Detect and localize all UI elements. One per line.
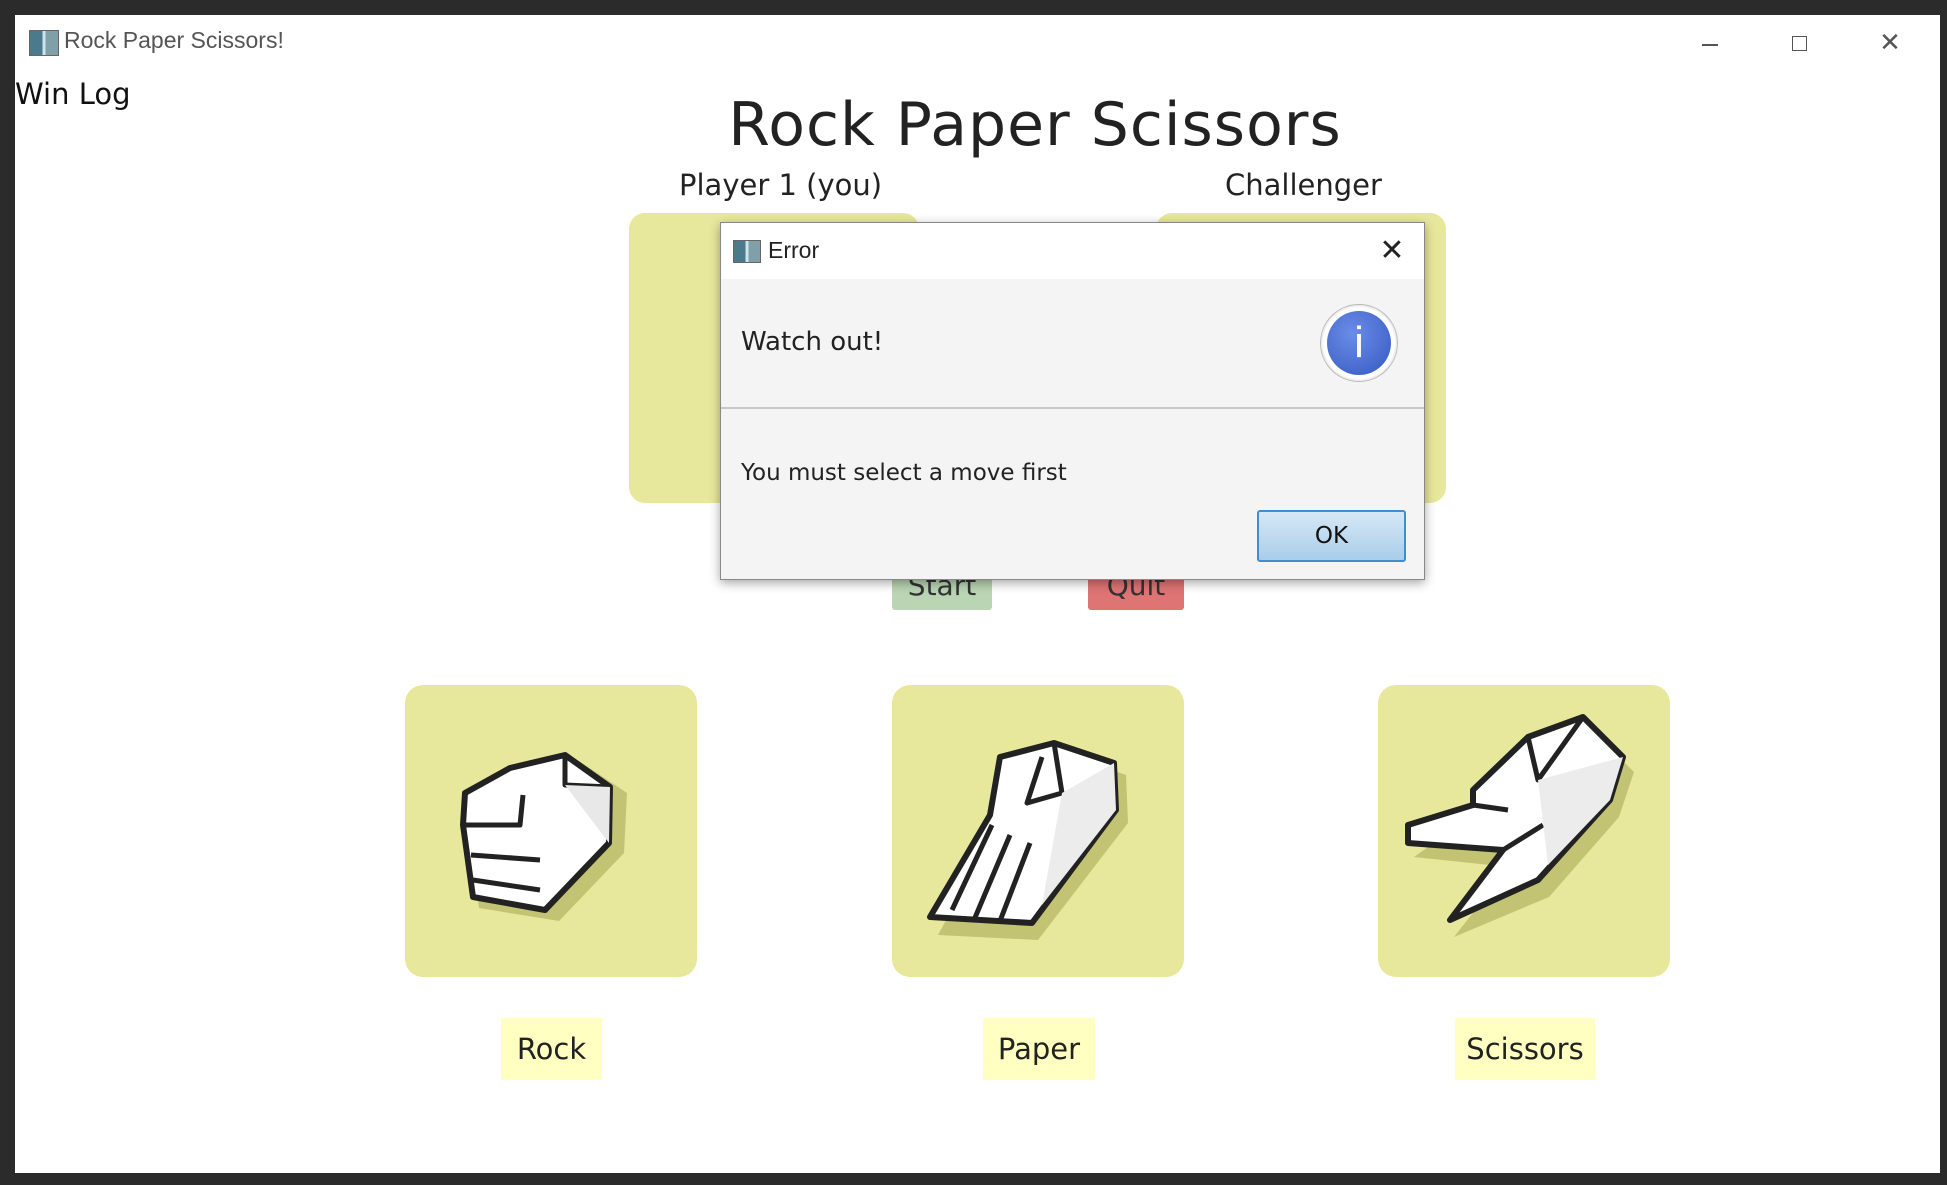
ok-button[interactable]: OK bbox=[1257, 510, 1406, 562]
scissors-hand-icon bbox=[1405, 714, 1634, 937]
info-icon: i bbox=[1320, 304, 1398, 382]
title-bar: Rock Paper Scissors! ✕ bbox=[15, 15, 1940, 73]
close-window-button[interactable]: ✕ bbox=[1855, 21, 1925, 65]
paper-button[interactable] bbox=[892, 685, 1184, 977]
dialog-title: Error bbox=[768, 237, 820, 263]
dialog-header-text: Watch out! bbox=[741, 327, 884, 357]
scissors-button[interactable] bbox=[1378, 685, 1670, 977]
minimize-button[interactable] bbox=[1675, 21, 1745, 65]
app-icon bbox=[29, 30, 59, 56]
page-title: Rock Paper Scissors bbox=[728, 90, 1342, 160]
dialog-message: You must select a move first bbox=[741, 460, 1067, 486]
rock-label[interactable]: Rock bbox=[501, 1018, 602, 1080]
paper-hand-icon bbox=[927, 740, 1128, 940]
maximize-button[interactable] bbox=[1764, 21, 1834, 65]
paper-label[interactable]: Paper bbox=[983, 1018, 1095, 1080]
dialog-title-bar: Error ✕ bbox=[721, 223, 1424, 279]
rock-button[interactable] bbox=[405, 685, 697, 977]
dialog-close-button[interactable]: ✕ bbox=[1374, 233, 1410, 269]
challenger-label: Challenger bbox=[1225, 168, 1382, 202]
window-title: Rock Paper Scissors! bbox=[64, 27, 284, 53]
player-label: Player 1 (you) bbox=[679, 168, 883, 202]
app-window: Rock Paper Scissors! ✕ Win Log Rock Pape… bbox=[15, 15, 1940, 1173]
scissors-label[interactable]: Scissors bbox=[1455, 1018, 1595, 1080]
app-icon bbox=[733, 240, 761, 263]
rock-hand-icon bbox=[460, 752, 627, 921]
dialog-header: Watch out! i bbox=[721, 279, 1424, 409]
error-dialog: Error ✕ Watch out! i You must select a m… bbox=[720, 222, 1425, 580]
